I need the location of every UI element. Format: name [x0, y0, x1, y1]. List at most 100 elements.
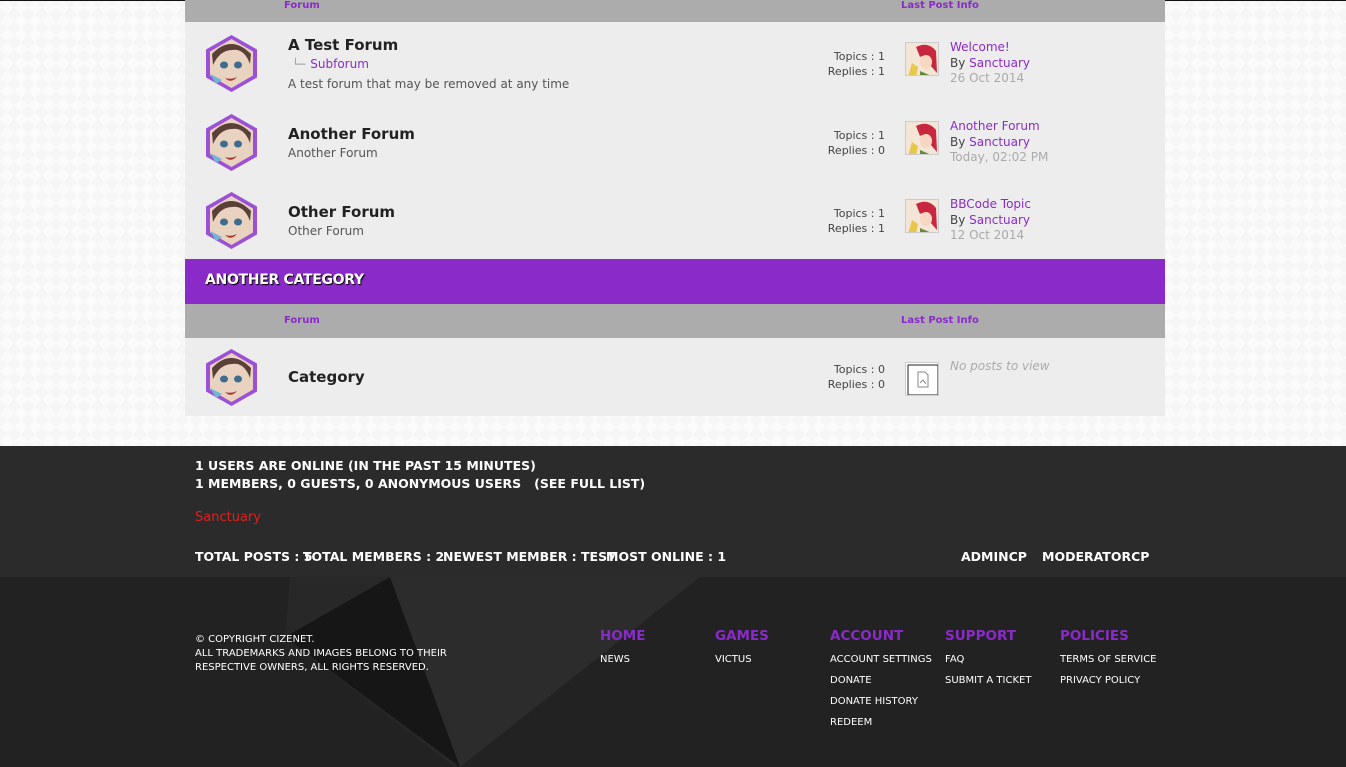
last-poster-avatar[interactable] — [905, 42, 939, 76]
footer-link-faq[interactable]: FAQ — [945, 649, 1031, 670]
last-post-author: By Sanctuary — [950, 56, 1030, 72]
topics-count: Topics : 1 — [833, 129, 885, 142]
topics-count: Topics : 1 — [833, 50, 885, 63]
site-footer: © COPYRIGHT CIZENET. ALL TRADEMARKS AND … — [0, 577, 1346, 767]
forum-table-header: Forum Last Post Info — [185, 0, 1165, 22]
header-last-post-label: Last Post Info — [901, 315, 979, 326]
subforum-label[interactable]: Subforum — [310, 57, 369, 71]
footer-column-support: SUPPORT FAQ SUBMIT A TICKET — [945, 628, 1031, 691]
last-post-title-link[interactable]: Another Forum — [950, 119, 1048, 135]
header-forum-label: Forum — [284, 0, 320, 11]
footer-column-account: ACCOUNT ACCOUNT SETTINGS DONATE DONATE H… — [830, 628, 932, 733]
last-poster-avatar[interactable] — [905, 199, 939, 233]
total-posts-stat: TOTAL POSTS : 5 — [195, 549, 313, 564]
replies-count: Replies : 0 — [827, 378, 885, 391]
forum-description: Other Forum — [288, 224, 364, 238]
footer-column-games: GAMES VICTUS — [715, 628, 769, 670]
forum-title-link[interactable]: A Test Forum — [288, 36, 398, 54]
footer-link-privacy[interactable]: PRIVACY POLICY — [1060, 670, 1157, 691]
footer-link-donate-history[interactable]: DONATE HISTORY — [830, 691, 932, 712]
forum-title-link[interactable]: Category — [288, 368, 365, 386]
forum-table-header: Forum Last Post Info — [185, 304, 1165, 338]
forum-icon[interactable] — [204, 113, 259, 172]
last-post-date: Today, 02:02 PM — [950, 150, 1049, 164]
footer-column-policies: POLICIES TERMS OF SERVICE PRIVACY POLICY — [1060, 628, 1157, 691]
author-link[interactable]: Sanctuary — [969, 213, 1030, 227]
no-posts-label: No posts to view — [950, 359, 1050, 373]
footer-heading[interactable]: SUPPORT — [945, 628, 1031, 644]
forum-row: A Test Forum └─ Subforum A test forum tha… — [185, 22, 1165, 100]
most-online-stat: MOST ONLINE : 1 — [606, 549, 727, 564]
last-post-date: 12 Oct 2014 — [950, 228, 1025, 242]
forum-list: Category Topics : 0 Replies : 0 No posts… — [185, 338, 1165, 416]
by-label: By — [950, 134, 970, 149]
by-label: By — [950, 212, 970, 227]
forum-row: Category Topics : 0 Replies : 0 No posts… — [185, 338, 1165, 416]
forum-stats: Topics : 0 Replies : 0 — [795, 362, 885, 392]
last-post-author: By Sanctuary — [950, 213, 1031, 229]
forum-stats: Topics : 1 Replies : 1 — [795, 49, 885, 79]
footer-heading[interactable]: ACCOUNT — [830, 628, 932, 644]
forum-row: Other Forum Other Forum Topics : 1 Repli… — [185, 179, 1165, 257]
newest-member-stat[interactable]: NEWEST MEMBER : TEST — [443, 549, 616, 564]
author-link[interactable]: Sanctuary — [969, 135, 1030, 149]
forum-description: A test forum that may be removed at any … — [288, 77, 570, 91]
footer-link-terms[interactable]: TERMS OF SERVICE — [1060, 649, 1157, 670]
by-label: By — [950, 55, 970, 70]
last-poster-avatar[interactable] — [905, 121, 939, 155]
footer-heading[interactable]: POLICIES — [1060, 628, 1157, 644]
forum-icon[interactable] — [204, 191, 259, 250]
moderatorcp-link[interactable]: MODERATORCP — [1042, 549, 1149, 564]
last-post-title-link[interactable]: Welcome! — [950, 40, 1030, 56]
category-title[interactable]: ANOTHER CATEGORY — [205, 272, 364, 288]
copyright-notice: © COPYRIGHT CIZENET. ALL TRADEMARKS AND … — [195, 633, 447, 675]
tree-branch-icon: └─ — [292, 58, 306, 71]
last-post-info: Welcome! By Sanctuary 26 Oct 2014 — [950, 40, 1030, 87]
copyright-line: RESPECTIVE OWNERS, ALL RIGHTS RESERVED. — [195, 662, 429, 673]
topics-count: Topics : 0 — [833, 363, 885, 376]
online-user-link[interactable]: Sanctuary — [195, 510, 261, 525]
footer-heading[interactable]: HOME — [600, 628, 645, 644]
forum-row: Another Forum Another Forum Topics : 1 R… — [185, 101, 1165, 179]
replies-count: Replies : 1 — [827, 65, 885, 78]
see-full-list-link[interactable]: (SEE FULL LIST) — [534, 476, 645, 491]
subforum-link[interactable]: └─ Subforum — [292, 57, 369, 71]
users-online-breakdown: 1 MEMBERS, 0 GUESTS, 0 ANONYMOUS USERS (… — [195, 476, 645, 491]
header-last-post-label: Last Post Info — [901, 0, 979, 11]
copyright-line: © COPYRIGHT CIZENET. — [195, 634, 315, 645]
last-post-date: 26 Oct 2014 — [950, 71, 1025, 85]
copyright-line: ALL TRADEMARKS AND IMAGES BELONG TO THEI… — [195, 648, 447, 659]
admincp-link[interactable]: ADMINCP — [961, 549, 1027, 564]
last-post-title-link[interactable]: BBCode Topic — [950, 197, 1031, 213]
last-post-info: Another Forum By Sanctuary Today, 02:02 … — [950, 119, 1048, 166]
forum-title-link[interactable]: Another Forum — [288, 125, 415, 143]
footer-link-redeem[interactable]: REDEEM — [830, 712, 932, 733]
forum-list: A Test Forum └─ Subforum A test forum tha… — [185, 22, 1165, 259]
online-counts: 1 MEMBERS, 0 GUESTS, 0 ANONYMOUS USERS — [195, 476, 522, 491]
total-members-stat: TOTAL MEMBERS : 2 — [303, 549, 445, 564]
footer-link-account-settings[interactable]: ACCOUNT SETTINGS — [830, 649, 932, 670]
last-post-author: By Sanctuary — [950, 135, 1048, 151]
footer-link-donate[interactable]: DONATE — [830, 670, 932, 691]
category-header[interactable]: ANOTHER CATEGORY — [185, 259, 1165, 304]
users-online-heading: 1 USERS ARE ONLINE (IN THE PAST 15 MINUT… — [195, 458, 536, 473]
forum-icon[interactable] — [204, 34, 259, 93]
forum-stats: Topics : 1 Replies : 1 — [795, 206, 885, 236]
last-post-info: BBCode Topic By Sanctuary 12 Oct 2014 — [950, 197, 1031, 244]
topics-count: Topics : 1 — [833, 207, 885, 220]
footer-link-submit-ticket[interactable]: SUBMIT A TICKET — [945, 670, 1031, 691]
replies-count: Replies : 0 — [827, 144, 885, 157]
footer-column-home: HOME NEWS — [600, 628, 645, 670]
forum-icon[interactable] — [204, 348, 259, 407]
forum-stats: Topics : 1 Replies : 0 — [795, 128, 885, 158]
forum-title-link[interactable]: Other Forum — [288, 203, 395, 221]
replies-count: Replies : 1 — [827, 222, 885, 235]
footer-link-victus[interactable]: VICTUS — [715, 649, 769, 670]
author-link[interactable]: Sanctuary — [969, 56, 1030, 70]
header-forum-label: Forum — [284, 315, 320, 326]
online-stats-panel: 1 USERS ARE ONLINE (IN THE PAST 15 MINUT… — [0, 446, 1346, 577]
forum-description: Another Forum — [288, 146, 378, 160]
footer-link-news[interactable]: NEWS — [600, 649, 645, 670]
broken-image-icon — [905, 362, 939, 396]
footer-heading[interactable]: GAMES — [715, 628, 769, 644]
